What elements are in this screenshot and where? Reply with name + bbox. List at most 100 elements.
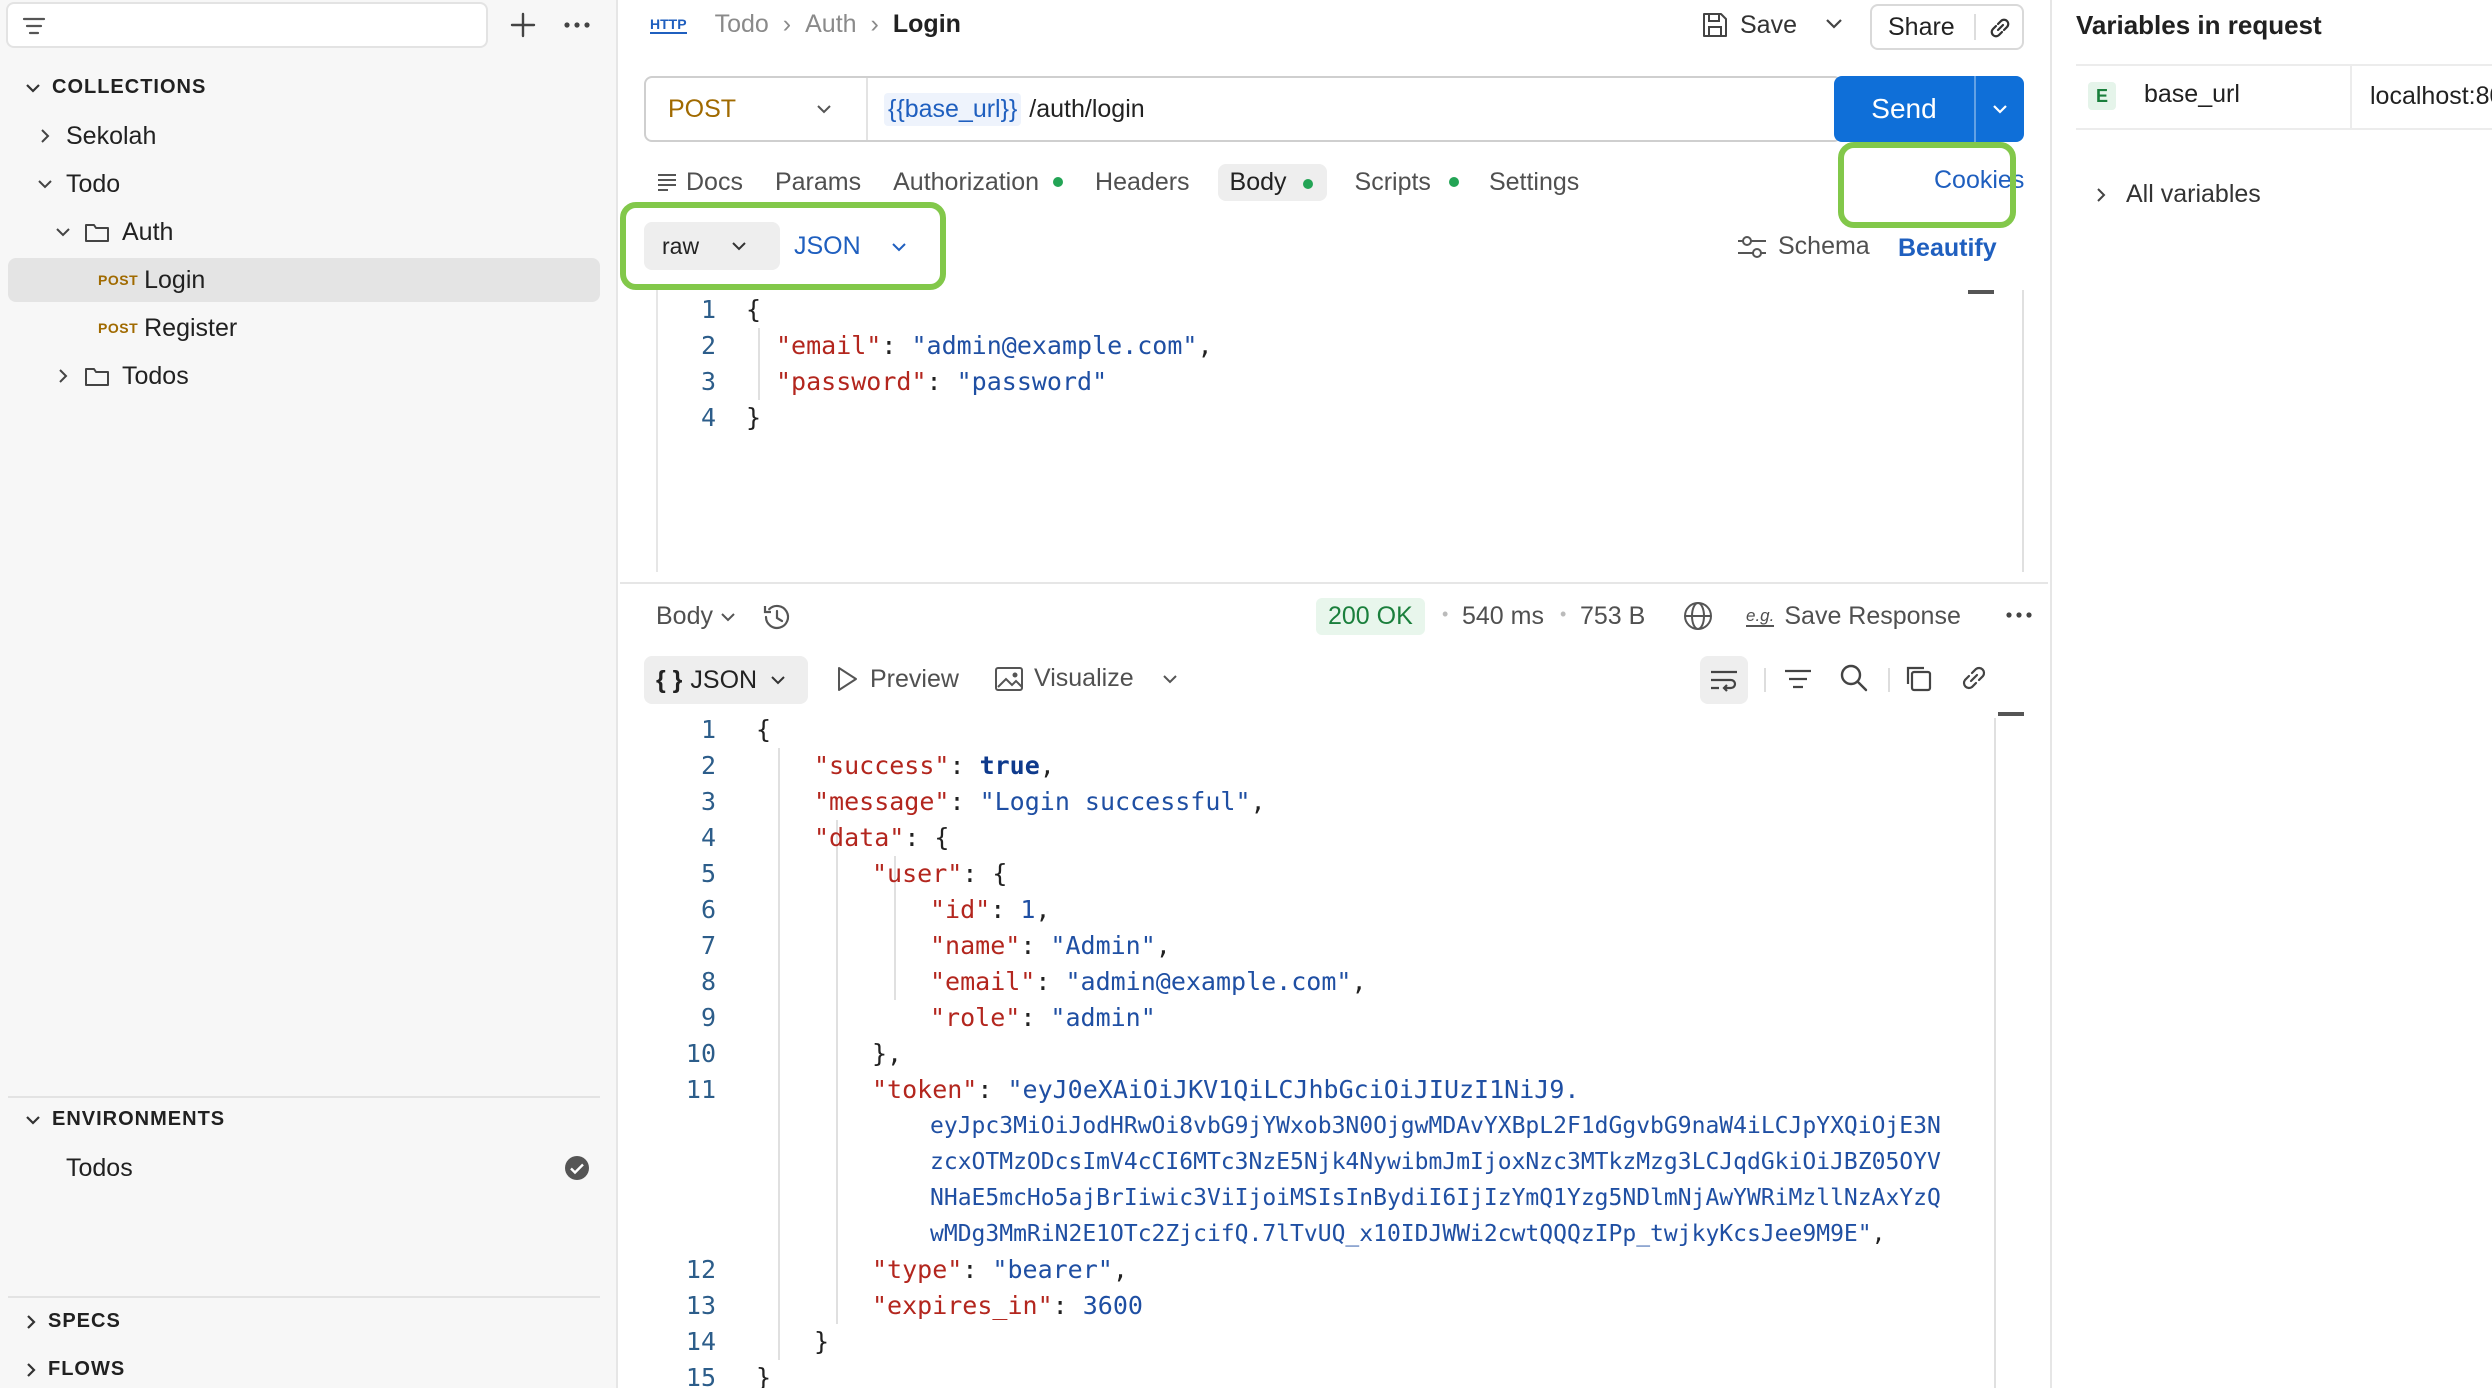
tab-body-label: Body <box>1229 167 1287 196</box>
send-button[interactable]: Send <box>1834 76 2024 142</box>
line-number: 2 <box>700 751 716 780</box>
copy-icon[interactable] <box>1902 662 1934 694</box>
chevron-down-icon[interactable] <box>1160 672 1180 686</box>
globe-icon[interactable] <box>1682 600 1714 632</box>
specs-header[interactable]: SPECS <box>24 1310 121 1333</box>
code-line: "success": true, <box>814 751 1055 780</box>
line-number: 7 <box>700 931 716 960</box>
breadcrumb-item-auth[interactable]: Auth <box>805 10 856 39</box>
code-line: NHaE5mcHo5ajBrIiwic3ViIjoiMSIsInBydiI6Ij… <box>930 1185 1941 1211</box>
breadcrumb: HTTP Todo › Auth › Login <box>650 10 961 39</box>
divider <box>1764 668 1766 692</box>
http-badge-icon: HTTP <box>650 15 687 34</box>
word-wrap-icon[interactable] <box>1700 656 1748 704</box>
tab-headers[interactable]: Headers <box>1095 168 1190 197</box>
tab-docs[interactable]: Docs <box>686 168 743 197</box>
line-number: 5 <box>700 859 716 888</box>
tab-settings[interactable]: Settings <box>1489 168 1579 197</box>
separator-dot: • <box>1560 604 1567 624</box>
tree-item-todos[interactable]: Todos <box>8 354 600 398</box>
divider <box>8 1296 600 1298</box>
docs-icon <box>656 172 678 192</box>
code-line: "message": "Login successful", <box>814 787 1266 816</box>
code-line: "role": "admin" <box>930 1003 1156 1032</box>
save-button[interactable]: Save <box>1700 10 1797 40</box>
collections-label: COLLECTIONS <box>52 76 207 98</box>
save-options-chevron-icon[interactable] <box>1822 14 1846 34</box>
line-number: 15 <box>685 1363 716 1388</box>
indent-guide <box>836 820 838 1324</box>
more-options-icon[interactable] <box>562 12 592 38</box>
url-path: /auth/login <box>1029 94 1145 123</box>
response-view-select[interactable]: Body <box>656 602 737 631</box>
line-number: 4 <box>700 823 716 852</box>
pane-divider[interactable] <box>620 582 2048 584</box>
indent-guide <box>778 748 780 1360</box>
response-format-select[interactable]: { } JSON <box>644 656 808 704</box>
link-icon[interactable] <box>1958 662 1990 694</box>
visualize-button[interactable]: Visualize <box>994 664 1134 693</box>
line-number: 11 <box>685 1075 716 1104</box>
breadcrumb-item-todo[interactable]: Todo <box>715 10 769 39</box>
collections-header[interactable]: COLLECTIONS <box>24 76 206 99</box>
filter-icon[interactable] <box>1782 664 1814 694</box>
send-options-chevron-icon[interactable] <box>1976 102 2024 116</box>
code-line: wMDg3MmRiN2E1OTc2ZjcifQ.7lTvUQ_x10IDJWWi… <box>930 1221 1886 1247</box>
all-variables-toggle[interactable]: All variables <box>2094 180 2261 209</box>
tab-body[interactable]: Body <box>1217 163 1327 201</box>
more-options-icon[interactable] <box>2004 608 2034 622</box>
tab-authorization[interactable]: Authorization <box>893 168 1039 197</box>
share-button[interactable]: Share <box>1870 4 2024 50</box>
tree-item-sekolah[interactable]: Sekolah <box>8 114 600 158</box>
url-input[interactable]: {{base_url}} /auth/login <box>884 92 1145 126</box>
code-line: "email": "admin@example.com", <box>930 967 1367 996</box>
variable-value[interactable]: localhost:800... <box>2370 82 2492 111</box>
copy-link-icon[interactable] <box>1986 14 2014 42</box>
beautify-button[interactable]: Beautify <box>1898 234 1997 263</box>
tab-body-indicator <box>1302 178 1313 189</box>
url-variable[interactable]: {{base_url}} <box>884 92 1022 126</box>
environments-header[interactable]: ENVIRONMENTS <box>24 1108 225 1131</box>
preview-button[interactable]: Preview <box>834 664 959 694</box>
response-size[interactable]: 753 B <box>1580 602 1645 631</box>
chevron-down-icon <box>24 81 42 95</box>
scrollbar-thumb[interactable] <box>1998 712 2024 716</box>
tree-item-login[interactable]: POST Login <box>8 258 600 302</box>
environment-item[interactable]: Todos <box>8 1146 600 1190</box>
flows-header[interactable]: FLOWS <box>24 1358 125 1381</box>
sidebar-filter-input[interactable] <box>6 2 488 48</box>
tree-item-auth[interactable]: Auth <box>8 210 600 254</box>
line-number: 6 <box>700 895 716 924</box>
method-select[interactable]: POST <box>646 78 868 140</box>
history-icon[interactable] <box>760 600 794 634</box>
code-line: }, <box>872 1039 903 1068</box>
save-response-button[interactable]: e.g. Save Response <box>1746 602 1961 631</box>
divider <box>1888 668 1890 692</box>
status-badge[interactable]: 200 OK <box>1316 598 1425 635</box>
tree-item-todo[interactable]: Todo <box>8 162 600 206</box>
all-variables-label: All variables <box>2126 180 2261 208</box>
schema-button[interactable]: Schema <box>1736 232 1870 261</box>
chevron-down-icon <box>769 674 787 686</box>
scrollbar-thumb[interactable] <box>1968 290 1994 294</box>
response-time[interactable]: 540 ms <box>1462 602 1544 631</box>
new-collection-icon[interactable] <box>508 10 538 40</box>
chevron-right-icon <box>2094 186 2108 204</box>
search-icon[interactable] <box>1838 662 1870 694</box>
response-body-code[interactable]: 1 2 3 4 5 6 7 8 9 10 11 12 13 14 15 { "success": true,… <box>656 712 1996 1388</box>
breadcrumb-separator: › <box>782 10 792 38</box>
code-line: } <box>756 1363 772 1388</box>
tab-params[interactable]: Params <box>775 168 861 197</box>
code-line: "user": { <box>872 859 1008 888</box>
highlight-body-mode <box>620 202 946 290</box>
tree-item-register[interactable]: POST Register <box>8 306 600 350</box>
variable-name: base_url <box>2144 80 2240 108</box>
breadcrumb-item-login[interactable]: Login <box>893 10 961 39</box>
variable-row[interactable]: E base_url localhost:800... <box>2076 64 2492 130</box>
tab-scripts[interactable]: Scripts <box>1355 168 1431 197</box>
line-number: 13 <box>685 1291 716 1320</box>
main-panel: HTTP Todo › Auth › Login Save Share POST… <box>620 0 2048 1388</box>
save-label: Save <box>1740 10 1797 39</box>
separator-dot: • <box>1442 604 1449 624</box>
code-line: "data": { <box>814 823 950 852</box>
